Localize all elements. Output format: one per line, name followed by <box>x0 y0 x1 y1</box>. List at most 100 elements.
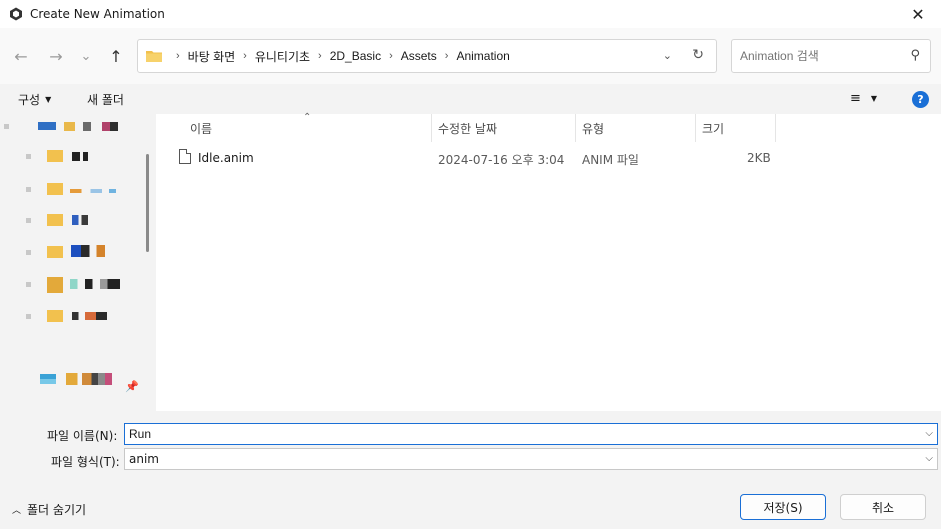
file-icon <box>179 149 191 164</box>
pin-icon[interactable]: 📌 <box>125 380 139 393</box>
recent-locations-button[interactable]: ⌄ <box>74 45 98 67</box>
breadcrumb-item[interactable]: Assets <box>401 49 437 63</box>
file-row[interactable]: Idle.anim 2024-07-16 오후 3:04 ANIM 파일 2KB <box>156 146 941 168</box>
folder-icon <box>47 310 63 322</box>
nav-tree-item[interactable] <box>0 274 140 294</box>
command-bar: 구성 ▼ 새 폴더 ≡ ▼ ? <box>0 84 941 114</box>
refresh-button[interactable]: ↻ <box>692 47 704 63</box>
filename-label: 파일 이름(N): <box>47 429 118 443</box>
up-button[interactable]: ↑ <box>104 45 128 67</box>
breadcrumb-separator: › <box>444 50 449 62</box>
file-modified: 2024-07-16 오후 3:04 <box>438 153 565 167</box>
column-header-type[interactable]: 유형 <box>576 114 696 142</box>
file-size: 2KB <box>747 151 771 165</box>
navigation-row: ← → ⌄ ↑ › 바탕 화면 › 유니티기초 › 2D_Basic › Ass… <box>0 28 941 84</box>
drive-icon <box>40 374 56 384</box>
column-modified-label: 수정한 날짜 <box>438 121 498 136</box>
view-options-button[interactable]: ≡ ▼ <box>850 91 877 106</box>
blurred-label <box>72 312 116 320</box>
folder-icon <box>146 50 162 62</box>
arrow-right-icon: → <box>49 46 63 66</box>
folder-icon <box>47 183 63 195</box>
expand-icon <box>26 217 31 223</box>
breadcrumb-item[interactable]: 2D_Basic <box>330 49 381 63</box>
nav-tree-item[interactable] <box>0 179 140 199</box>
title-bar: Create New Animation ✕ <box>0 0 941 28</box>
navigation-pane[interactable]: 📌 <box>0 114 156 411</box>
back-button[interactable]: ← <box>9 45 33 67</box>
save-button[interactable]: 저장(S) <box>740 494 826 520</box>
column-header-name[interactable]: 이름 ⌃ <box>156 112 432 142</box>
file-type: ANIM 파일 <box>582 153 639 167</box>
drive-icon <box>38 122 56 130</box>
expand-icon <box>26 186 31 192</box>
breadcrumb-separator: › <box>389 50 393 62</box>
chevron-down-icon[interactable]: ⌵ <box>925 453 933 464</box>
close-icon: ✕ <box>911 4 925 24</box>
address-history-button[interactable]: ⌄ <box>663 49 672 62</box>
arrow-left-icon: ← <box>14 46 28 66</box>
window-title: Create New Animation <box>30 7 165 21</box>
blurred-label <box>66 373 112 385</box>
nav-tree-item[interactable] <box>0 242 140 262</box>
expand-icon <box>26 249 31 255</box>
column-name-label: 이름 <box>190 121 213 136</box>
nav-tree-item[interactable] <box>0 306 140 326</box>
filetype-value: anim <box>129 452 159 466</box>
column-header-size[interactable]: 크기 <box>696 114 776 142</box>
navigation-scrollbar[interactable] <box>146 154 149 252</box>
chevron-down-icon: ⌄ <box>662 49 672 62</box>
blurred-label <box>64 122 118 131</box>
blurred-label <box>72 215 88 225</box>
file-list[interactable]: 이름 ⌃ 수정한 날짜 유형 크기 Idle.anim 2024-07-16 오… <box>156 112 941 411</box>
nav-tree-item[interactable] <box>0 369 140 389</box>
new-folder-button[interactable]: 새 폴더 <box>87 91 124 108</box>
blurred-label <box>70 279 120 289</box>
chevron-down-icon: ⌄ <box>80 48 92 64</box>
caret-down-icon: ▼ <box>870 94 878 103</box>
blurred-label <box>70 189 116 193</box>
address-bar[interactable]: › 바탕 화면 › 유니티기초 › 2D_Basic › Assets › An… <box>137 39 717 73</box>
search-input[interactable] <box>740 48 900 64</box>
cancel-label: 취소 <box>871 500 895 515</box>
nav-tree-item[interactable] <box>0 116 140 136</box>
breadcrumb-item[interactable]: 바탕 화면 <box>188 48 236 65</box>
breadcrumb-item[interactable]: 유니티기초 <box>255 48 310 65</box>
sort-ascending-icon: ⌃ <box>303 112 312 123</box>
chevron-up-icon: ︿ <box>12 506 22 516</box>
expand-icon <box>26 313 31 319</box>
blurred-label <box>71 245 105 257</box>
filename-input[interactable] <box>129 427 909 441</box>
help-button[interactable]: ? <box>912 91 929 108</box>
column-size-label: 크기 <box>702 121 725 136</box>
folder-icon <box>47 246 63 258</box>
breadcrumb-item[interactable]: Animation <box>456 49 509 63</box>
expand-icon <box>4 123 9 129</box>
folder-icon <box>47 277 63 293</box>
nav-tree-item[interactable] <box>0 146 140 166</box>
organize-button[interactable]: 구성 ▼ <box>18 91 51 108</box>
search-icon[interactable]: ⚲ <box>910 48 920 63</box>
column-header-modified[interactable]: 수정한 날짜 <box>432 114 576 142</box>
forward-button[interactable]: → <box>44 45 68 67</box>
close-button[interactable]: ✕ <box>895 0 941 28</box>
unity-icon <box>9 7 23 21</box>
expand-icon <box>26 153 31 159</box>
help-icon: ? <box>917 93 924 106</box>
new-folder-label: 새 폴더 <box>87 93 124 107</box>
breadcrumb-separator: › <box>318 50 322 62</box>
refresh-icon: ↻ <box>692 47 704 63</box>
search-box: ⚲ <box>731 39 931 73</box>
breadcrumb: › 바탕 화면 › 유니티기초 › 2D_Basic › Assets › An… <box>168 48 510 65</box>
filetype-label: 파일 형식(T): <box>51 455 120 469</box>
cancel-button[interactable]: 취소 <box>840 494 926 520</box>
hide-folders-button[interactable]: ︿ 폴더 숨기기 <box>12 501 86 518</box>
hide-folders-label: 폴더 숨기기 <box>27 503 87 517</box>
chevron-down-icon[interactable]: ⌵ <box>925 428 933 439</box>
breadcrumb-separator: › <box>176 50 180 62</box>
nav-tree-item[interactable] <box>0 210 140 230</box>
save-form: 파일 이름(N): ⌵ 파일 형식(T): anim ⌵ ︿ 폴더 숨기기 저장… <box>0 411 941 529</box>
filename-field[interactable]: ⌵ <box>124 423 938 445</box>
filetype-select[interactable]: anim ⌵ <box>124 448 938 470</box>
folder-icon <box>47 214 63 226</box>
